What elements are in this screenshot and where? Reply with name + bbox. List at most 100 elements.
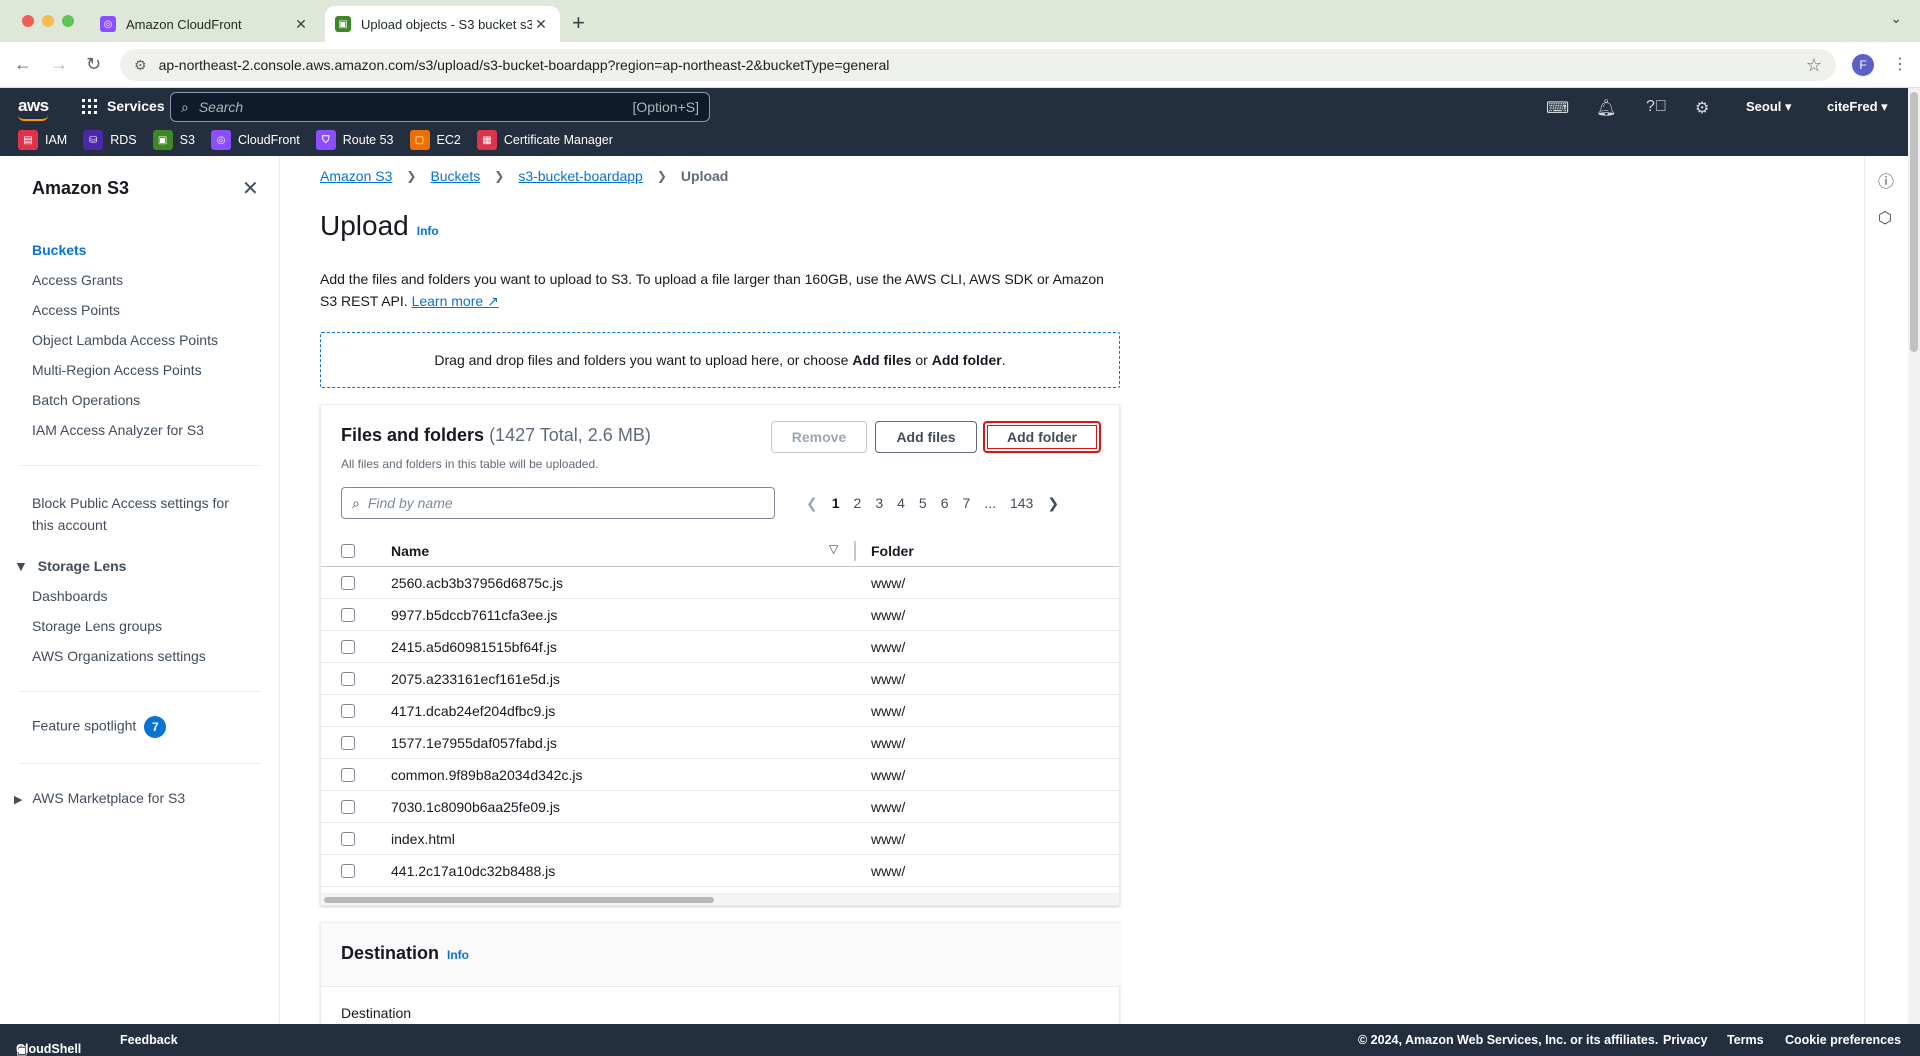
cloudshell-icon[interactable]: ⌨ — [1546, 98, 1569, 118]
sidebar-item-access-points[interactable]: Access Points — [32, 302, 120, 318]
table-row[interactable]: 2075.a233161ecf161e5d.js www/ — [321, 663, 1119, 695]
sidebar-item-buckets[interactable]: Buckets — [32, 242, 86, 258]
page-143[interactable]: 143 — [1003, 495, 1040, 511]
browser-tab-cloudfront[interactable]: ◎ Amazon CloudFront ✕ — [90, 6, 320, 42]
page-5[interactable]: 5 — [912, 495, 934, 511]
row-checkbox[interactable] — [341, 768, 355, 782]
table-row[interactable]: 7030.1c8090b6aa25fe09.js www/ — [321, 791, 1119, 823]
sidebar-item-organizations-settings[interactable]: AWS Organizations settings — [32, 648, 206, 664]
find-by-name-input[interactable]: ⌕ Find by name — [341, 487, 775, 519]
table-row[interactable]: 9977.b5dccb7611cfa3ee.js www/ — [321, 599, 1119, 631]
close-tab-icon[interactable]: ✕ — [292, 16, 310, 33]
breadcrumb-buckets[interactable]: Buckets — [430, 168, 480, 184]
services-menu-button[interactable]: Services — [82, 98, 165, 114]
tab-search-chevron-icon[interactable]: ⌄ — [1890, 10, 1902, 27]
profile-avatar[interactable]: F — [1852, 54, 1874, 76]
favorite-route53[interactable]: ⛉ Route 53 — [315, 130, 394, 150]
browser-menu-icon[interactable]: ⋮ — [1892, 54, 1908, 74]
forward-arrow-icon[interactable]: → — [50, 54, 68, 75]
settings-gear-icon[interactable]: ⚙ — [1695, 98, 1709, 118]
sort-caret-icon[interactable]: ▽ — [829, 542, 838, 556]
help-icon[interactable]: ?⃝ — [1646, 98, 1667, 116]
sidebar-item-storage-lens-groups[interactable]: Storage Lens groups — [32, 618, 162, 634]
select-all-checkbox[interactable] — [341, 544, 355, 558]
page-2[interactable]: 2 — [847, 495, 869, 511]
row-checkbox[interactable] — [341, 704, 355, 718]
add-files-button[interactable]: Add files — [875, 421, 977, 453]
remove-button[interactable]: Remove — [771, 421, 867, 453]
row-checkbox[interactable] — [341, 672, 355, 686]
next-page-chevron-icon[interactable]: ❯ — [1040, 495, 1066, 512]
horizontal-scrollbar[interactable] — [321, 893, 1119, 905]
feedback-link[interactable]: Feedback — [120, 1033, 178, 1047]
aws-search-input[interactable]: ⌕ Search [Option+S] — [170, 92, 710, 122]
sidebar-item-multi-region[interactable]: Multi-Region Access Points — [32, 362, 202, 378]
info-link[interactable]: Info — [447, 948, 469, 962]
favorite-s3[interactable]: ▣ S3 — [152, 130, 195, 150]
table-row[interactable]: 2415.a5d60981515bf64f.js www/ — [321, 631, 1119, 663]
page-7[interactable]: 7 — [956, 495, 978, 511]
row-checkbox[interactable] — [341, 736, 355, 750]
privacy-link[interactable]: Privacy — [1663, 1033, 1707, 1047]
row-checkbox[interactable] — [341, 864, 355, 878]
row-checkbox[interactable] — [341, 608, 355, 622]
page-3[interactable]: 3 — [868, 495, 890, 511]
add-folder-button[interactable]: Add folder — [983, 421, 1101, 453]
row-checkbox[interactable] — [341, 800, 355, 814]
row-checkbox[interactable] — [341, 576, 355, 590]
row-checkbox[interactable] — [341, 832, 355, 846]
bookmark-star-icon[interactable]: ☆ — [1806, 55, 1822, 76]
vertical-scrollbar[interactable] — [1908, 88, 1920, 1024]
column-header-folder[interactable]: Folder — [871, 543, 914, 559]
site-info-icon[interactable]: ⚙ — [134, 57, 147, 74]
table-row[interactable]: common.9f89b8a2034d342c.js www/ — [321, 759, 1119, 791]
terms-link[interactable]: Terms — [1727, 1033, 1764, 1047]
breadcrumb-amazon-s3[interactable]: Amazon S3 — [320, 168, 392, 184]
sidebar-item-object-lambda[interactable]: Object Lambda Access Points — [32, 332, 218, 348]
favorite-certificate-manager[interactable]: ▦ Certificate Manager — [476, 130, 613, 150]
sidebar-item-block-public-access[interactable]: Block Public Access settings for this ac… — [32, 492, 242, 536]
upload-dropzone[interactable]: Drag and drop files and folders you want… — [320, 332, 1120, 388]
scrollbar-thumb[interactable] — [324, 897, 714, 903]
sidebar-item-access-grants[interactable]: Access Grants — [32, 272, 123, 288]
sidebar-item-iam-access-analyzer[interactable]: IAM Access Analyzer for S3 — [32, 422, 204, 438]
address-bar[interactable]: ⚙ ap-northeast-2.console.aws.amazon.com/… — [120, 49, 1836, 81]
table-row[interactable]: 2560.acb3b37956d6875c.js www/ — [321, 567, 1119, 599]
breadcrumb-bucket[interactable]: s3-bucket-boardapp — [518, 168, 643, 184]
learn-more-link[interactable]: Learn more ↗ — [412, 293, 499, 309]
info-circle-icon[interactable]: ⓘ — [1878, 168, 1894, 192]
storage-lens-section[interactable]: ▼ Storage Lens — [14, 558, 126, 574]
table-row[interactable]: 4171.dcab24ef204dfbc9.js www/ — [321, 695, 1119, 727]
back-arrow-icon[interactable]: ← — [14, 54, 32, 75]
favorite-ec2[interactable]: ▢ EC2 — [409, 130, 461, 150]
page-4[interactable]: 4 — [890, 495, 912, 511]
sidebar-item-batch-operations[interactable]: Batch Operations — [32, 392, 140, 408]
minimize-window-button[interactable] — [42, 15, 54, 27]
hexagon-icon[interactable]: ⬡ — [1878, 208, 1892, 228]
page-6[interactable]: 6 — [934, 495, 956, 511]
info-link[interactable]: Info — [417, 224, 439, 238]
table-row[interactable]: index.html www/ — [321, 823, 1119, 855]
zoom-window-button[interactable] — [62, 15, 74, 27]
sidebar-item-feature-spotlight[interactable]: Feature spotlight 7 — [32, 716, 167, 738]
browser-tab-upload[interactable]: ▣ Upload objects - S3 bucket s3-bucket-b… — [325, 6, 560, 42]
new-tab-icon[interactable]: + — [572, 10, 585, 36]
cookie-preferences-link[interactable]: Cookie preferences — [1785, 1033, 1901, 1047]
close-sidebar-icon[interactable]: ✕ — [242, 176, 259, 201]
account-menu[interactable]: citeFred ▾ — [1827, 99, 1888, 115]
favorite-cloudfront[interactable]: ◎ CloudFront — [210, 130, 300, 150]
table-row[interactable]: 441.2c17a10dc32b8488.js www/ — [321, 855, 1119, 887]
row-checkbox[interactable] — [341, 640, 355, 654]
column-header-name[interactable]: Name — [391, 543, 429, 559]
table-row[interactable]: 1577.1e7955daf057fabd.js www/ — [321, 727, 1119, 759]
favorite-iam[interactable]: ▤ IAM — [18, 130, 67, 150]
close-tab-icon[interactable]: ✕ — [532, 16, 550, 33]
region-selector[interactable]: Seoul ▾ — [1746, 99, 1792, 115]
favorite-rds[interactable]: ⛁ RDS — [83, 130, 137, 150]
page-1[interactable]: 1 — [825, 495, 847, 511]
scrollbar-thumb[interactable] — [1910, 92, 1918, 352]
previous-page-chevron-icon[interactable]: ❮ — [799, 495, 825, 512]
close-window-button[interactable] — [22, 15, 34, 27]
aws-logo[interactable]: aws — [18, 96, 49, 121]
sidebar-item-dashboards[interactable]: Dashboards — [32, 588, 108, 604]
